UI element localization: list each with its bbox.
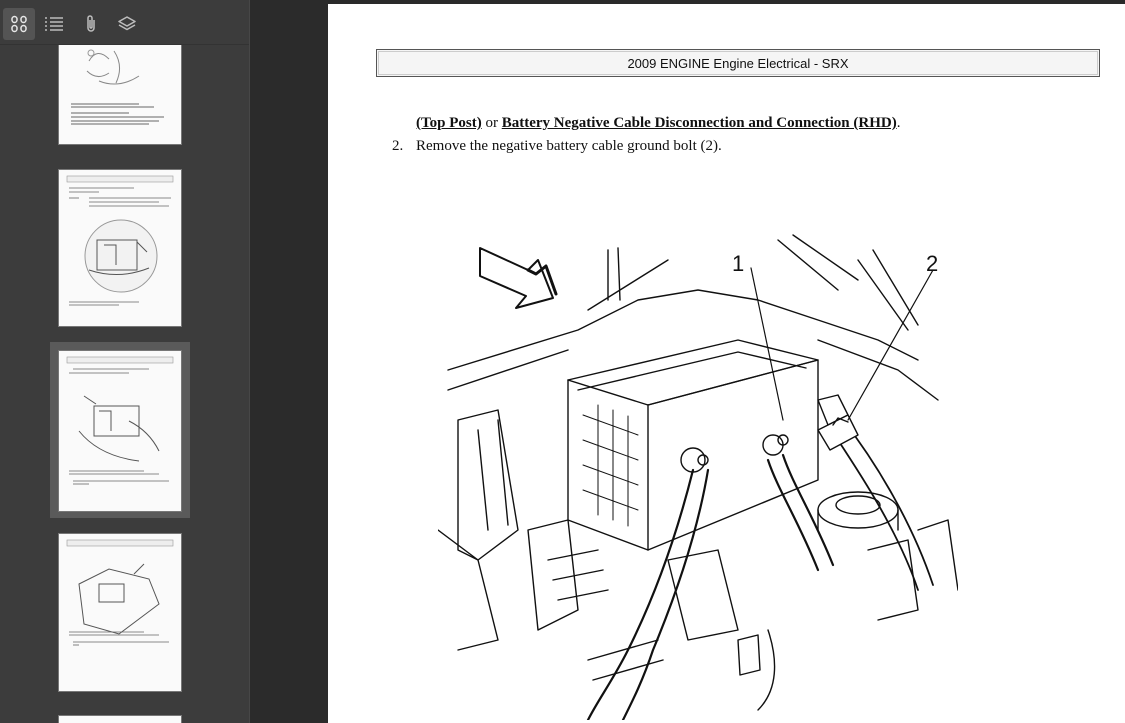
page-thumbnail-5[interactable] [58, 715, 182, 723]
thumbnail-page-preview [66, 356, 174, 485]
figure-callout-1: 1 [732, 251, 745, 276]
sidebar [0, 0, 249, 723]
step-2: 2. Remove the negative battery cable grou… [392, 138, 722, 155]
step-text: Remove the negative battery cable ground… [416, 138, 722, 154]
battery-cable-figure [438, 234, 958, 720]
grid-icon [11, 15, 27, 33]
layers-icon [118, 16, 136, 31]
thumbnail-page-preview [71, 49, 164, 125]
top-post-link[interactable]: (Top Post) [416, 115, 482, 131]
outline-view-button[interactable] [38, 8, 70, 40]
page-thumbnail-3[interactable] [58, 350, 182, 512]
thumbnail-page-preview [66, 539, 174, 646]
page-thumbnail-1[interactable] [58, 45, 182, 145]
procedure-reference-line: (Top Post) or Battery Negative Cable Dis… [416, 115, 900, 132]
page-thumbnail-4[interactable] [58, 533, 182, 692]
paperclip-icon [87, 15, 95, 32]
sidebar-divider[interactable] [249, 0, 250, 723]
document-page: 2009 ENGINE Engine Electrical - SRX (Top… [328, 4, 1125, 723]
page-header: 2009 ENGINE Engine Electrical - SRX [376, 49, 1100, 77]
page-thumbnail-2[interactable] [58, 169, 182, 327]
viewer-background [249, 0, 328, 723]
figure-callout-2: 2 [926, 251, 939, 276]
page-header-text: 2009 ENGINE Engine Electrical - SRX [627, 55, 849, 71]
attachments-view-button[interactable] [75, 8, 107, 40]
thumbnails-view-button[interactable] [3, 8, 35, 40]
sidebar-toolbar [0, 4, 249, 45]
layers-view-button[interactable] [111, 8, 143, 40]
period-text: . [896, 115, 901, 131]
battery-negative-cable-link[interactable]: Battery Negative Cable Disconnection and… [502, 115, 897, 131]
list-icon [45, 17, 63, 31]
step-number: 2. [392, 138, 404, 154]
or-text: or [481, 115, 502, 131]
thumbnail-list[interactable] [0, 45, 249, 723]
thumbnail-page-preview [66, 175, 174, 306]
